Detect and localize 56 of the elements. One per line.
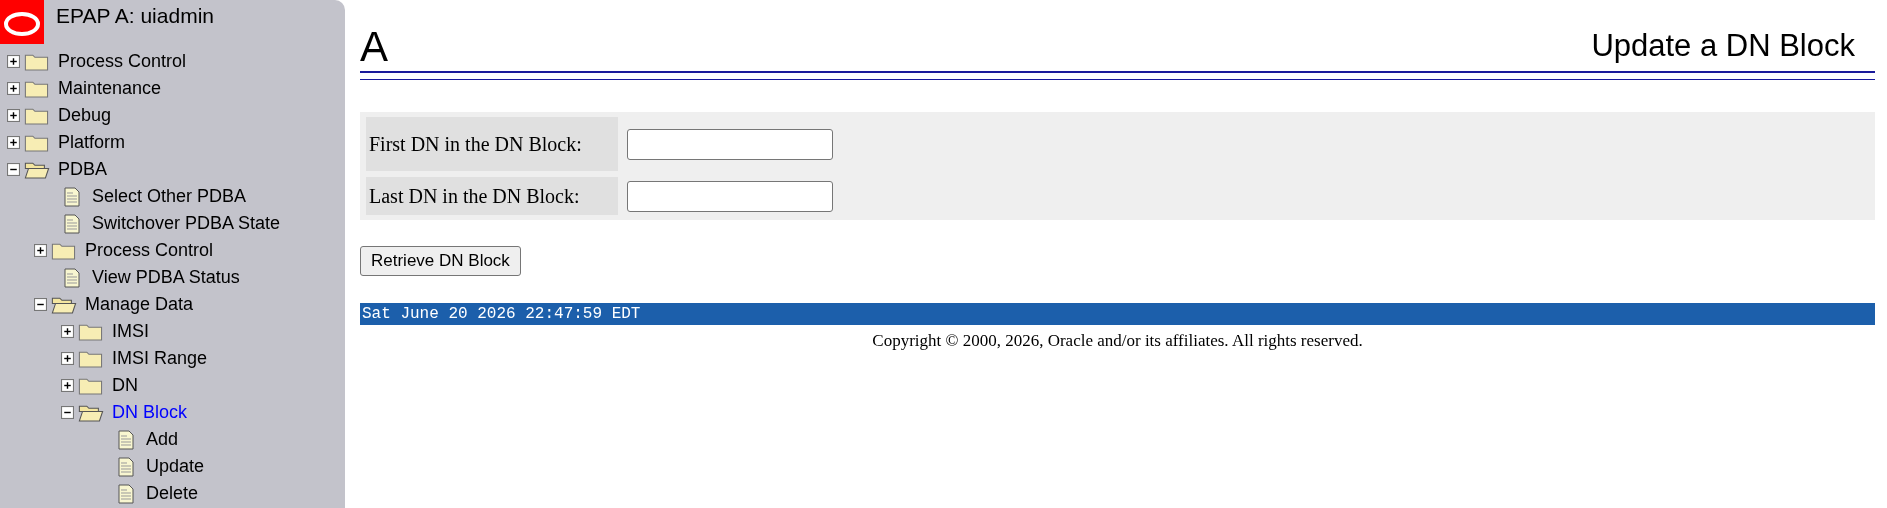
tree-item[interactable]: Switchover PDBA State (92, 213, 281, 234)
input-field[interactable] (627, 128, 833, 160)
tree-item[interactable]: Select Other PDBA (92, 186, 247, 207)
expand-icon[interactable] (61, 352, 74, 365)
folder-icon (78, 322, 104, 341)
expand-icon[interactable] (7, 55, 20, 68)
status-bar: Sat June 20 2026 22:47:59 EDT (360, 303, 1875, 325)
tree-item[interactable]: DN Block (112, 402, 187, 423)
folder-icon (51, 241, 77, 260)
tree-item[interactable]: PDBA (58, 159, 108, 180)
field-label: First DN in the DN Block: (366, 117, 618, 171)
tree-item[interactable]: Update (146, 456, 205, 477)
folder-icon (24, 106, 50, 125)
field-label: Last DN in the DN Block: (366, 177, 618, 215)
folder-icon (24, 79, 50, 98)
open-folder-icon (24, 160, 50, 179)
expand-icon[interactable] (61, 325, 74, 338)
expand-icon[interactable] (7, 82, 20, 95)
expand-icon[interactable] (7, 136, 20, 149)
folder-icon (24, 52, 50, 71)
sidebar-title: EPAP A: uiadmin (56, 3, 214, 28)
open-folder-icon (51, 295, 77, 314)
open-folder-icon (78, 403, 104, 422)
folder-icon (78, 349, 104, 368)
page-title: Update a DN Block (1591, 28, 1856, 65)
document-icon (118, 483, 134, 504)
folder-icon (24, 133, 50, 152)
collapse-icon[interactable] (34, 298, 47, 311)
tree-item[interactable]: Maintenance (58, 78, 162, 99)
input-field[interactable] (627, 180, 833, 212)
logo-icon (0, 0, 44, 44)
tree-item[interactable]: View PDBA Status (92, 267, 240, 288)
document-icon (64, 213, 80, 234)
document-icon (64, 186, 80, 207)
tree-item[interactable]: Delete (146, 483, 199, 504)
document-icon (64, 267, 80, 288)
tree-item[interactable]: Manage Data (85, 294, 194, 315)
tree-item[interactable]: DN (112, 375, 138, 396)
retrieve-button[interactable]: Retrieve DN Block (360, 246, 521, 276)
document-icon (118, 456, 134, 477)
folder-icon (78, 376, 104, 395)
expand-icon[interactable] (61, 379, 74, 392)
tree-item[interactable]: Add (146, 429, 179, 450)
copyright-text: Copyright © 2000, 2026, Oracle and/or its affiliates. All rights reserved. (871, 331, 1364, 351)
document-icon (118, 429, 134, 450)
expand-icon[interactable] (7, 109, 20, 122)
tree-item[interactable]: IMSI (112, 321, 149, 342)
tree-item[interactable]: IMSI Range (112, 348, 208, 369)
collapse-icon[interactable] (61, 406, 74, 419)
system-label: A (360, 26, 388, 68)
tree-item[interactable]: Process Control (85, 240, 214, 261)
expand-icon[interactable] (34, 244, 47, 257)
tree-item[interactable]: Process Control (58, 51, 187, 72)
tree-item[interactable]: Platform (58, 132, 126, 153)
tree-item[interactable]: Debug (58, 105, 112, 126)
collapse-icon[interactable] (7, 163, 20, 176)
